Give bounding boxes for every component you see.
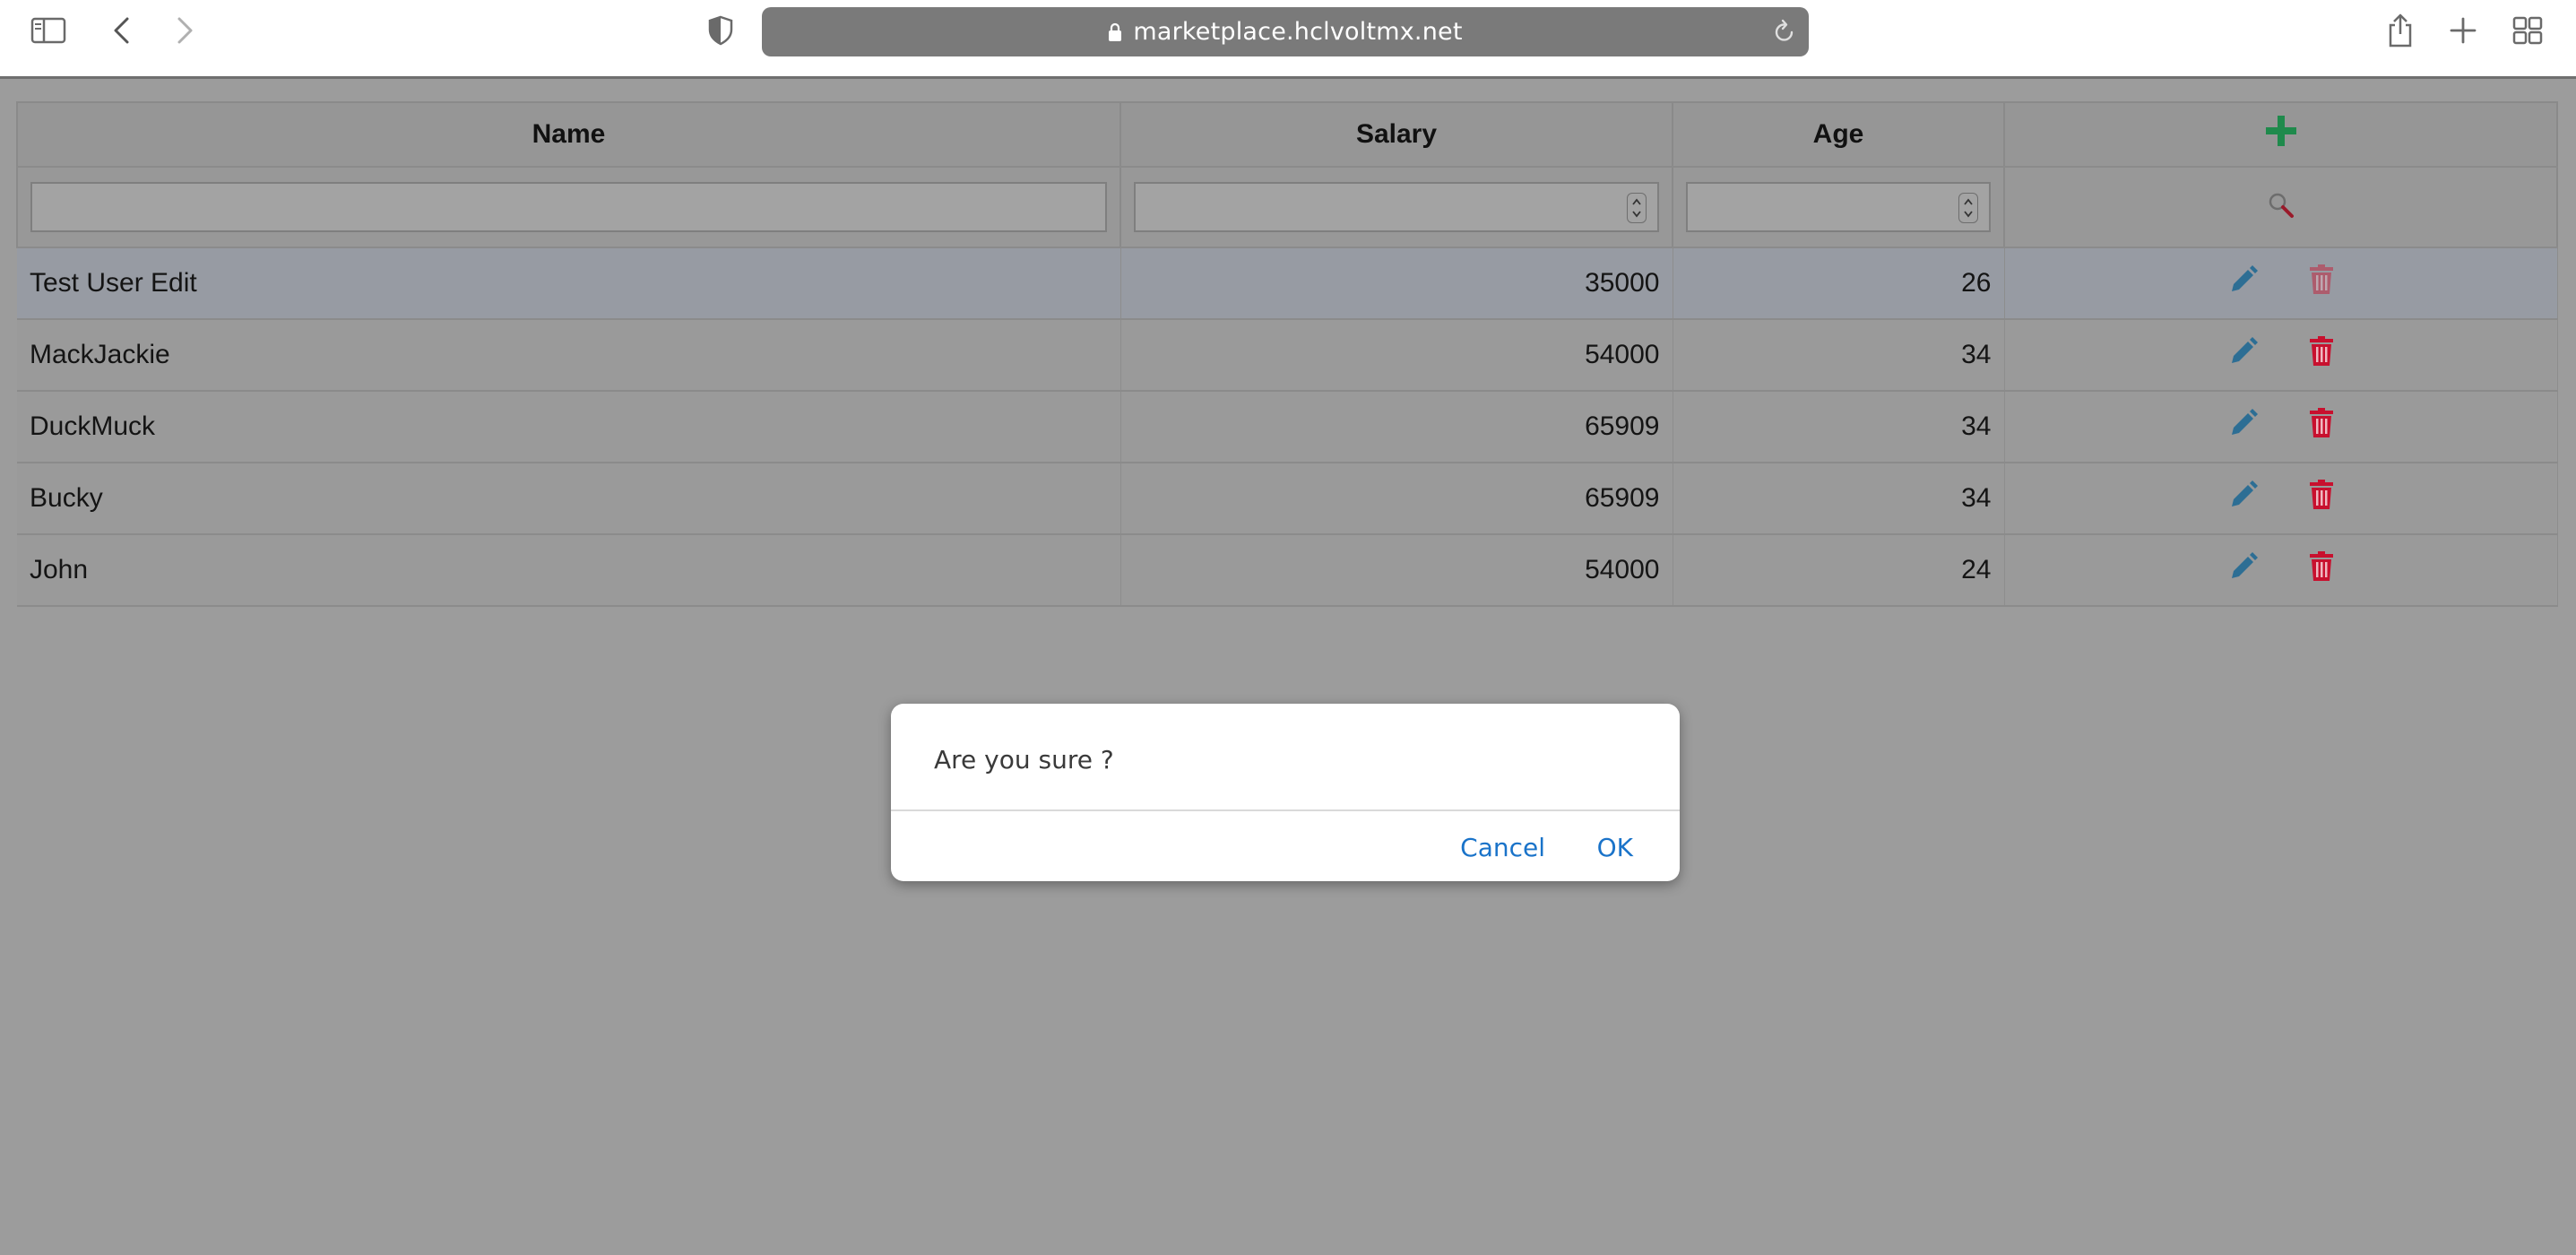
cell-age: 34 xyxy=(1673,319,2005,392)
cell-name: MackJackie xyxy=(17,319,1121,392)
edit-icon[interactable] xyxy=(2228,551,2259,582)
url-text: marketplace.hclvoltmx.net xyxy=(1133,18,1463,46)
filter-cell-salary xyxy=(1120,167,1673,248)
table-row[interactable]: John 54000 24 xyxy=(17,534,2558,607)
name-filter-input[interactable] xyxy=(30,182,1107,232)
cancel-button[interactable]: Cancel xyxy=(1460,833,1545,862)
salary-filter-input[interactable] xyxy=(1134,182,1659,232)
cell-actions xyxy=(2004,391,2558,463)
edit-icon[interactable] xyxy=(2228,408,2259,438)
cell-age: 24 xyxy=(1673,534,2005,607)
filter-cell-search xyxy=(2004,167,2558,248)
cell-actions xyxy=(2004,463,2558,535)
page-content: Name Salary Age Test User Edit 35000 26 … xyxy=(0,82,2576,1255)
cell-name: DuckMuck xyxy=(17,391,1121,463)
add-row-cell xyxy=(2004,101,2558,168)
delete-icon[interactable] xyxy=(2309,408,2334,438)
column-header-name[interactable]: Name xyxy=(16,101,1121,168)
cell-salary: 54000 xyxy=(1120,534,1673,607)
lock-icon xyxy=(1108,22,1122,42)
reload-icon[interactable] xyxy=(1773,19,1796,44)
table-row[interactable]: MackJackie 54000 34 xyxy=(17,319,2558,392)
cell-actions xyxy=(2004,534,2558,607)
edit-icon[interactable] xyxy=(2228,264,2259,295)
browser-toolbar: marketplace.hclvoltmx.net xyxy=(0,0,2576,79)
back-icon[interactable] xyxy=(97,5,147,56)
search-icon[interactable] xyxy=(2267,191,2295,220)
edit-icon[interactable] xyxy=(2228,480,2259,510)
cell-age: 34 xyxy=(1673,391,2005,463)
table-row[interactable]: Test User Edit 35000 26 xyxy=(17,247,2558,320)
cell-age: 26 xyxy=(1673,247,2005,320)
filter-cell-name xyxy=(16,167,1121,248)
salary-spinner[interactable] xyxy=(1627,193,1647,223)
delete-icon[interactable] xyxy=(2309,264,2334,295)
confirm-dialog: Are you sure ? Cancel OK xyxy=(891,704,1680,881)
address-bar[interactable]: marketplace.hclvoltmx.net xyxy=(762,7,1809,56)
age-filter-input[interactable] xyxy=(1686,182,1991,232)
cell-salary: 65909 xyxy=(1120,463,1673,535)
filter-cell-age xyxy=(1673,167,2005,248)
shield-icon[interactable] xyxy=(696,5,746,56)
dialog-divider xyxy=(891,809,1680,811)
cell-actions xyxy=(2004,319,2558,392)
data-grid: Name Salary Age Test User Edit 35000 26 … xyxy=(16,101,2558,607)
table-row[interactable]: Bucky 65909 34 xyxy=(17,463,2558,535)
cell-name: Test User Edit xyxy=(17,247,1121,320)
cell-name: Bucky xyxy=(17,463,1121,535)
delete-icon[interactable] xyxy=(2309,480,2334,510)
cell-name: John xyxy=(17,534,1121,607)
cell-age: 34 xyxy=(1673,463,2005,535)
column-header-salary[interactable]: Salary xyxy=(1120,101,1673,168)
age-spinner[interactable] xyxy=(1958,193,1978,223)
new-tab-icon[interactable] xyxy=(2438,5,2488,56)
cell-salary: 35000 xyxy=(1120,247,1673,320)
share-icon[interactable] xyxy=(2375,5,2425,56)
dialog-message: Are you sure ? xyxy=(934,745,1114,775)
cell-salary: 54000 xyxy=(1120,319,1673,392)
cell-actions xyxy=(2004,247,2558,320)
ok-button[interactable]: OK xyxy=(1597,833,1633,862)
edit-icon[interactable] xyxy=(2228,336,2259,367)
sidebar-icon[interactable] xyxy=(23,5,73,56)
delete-icon[interactable] xyxy=(2309,551,2334,582)
delete-icon[interactable] xyxy=(2309,336,2334,367)
tab-overview-icon[interactable] xyxy=(2503,5,2553,56)
cell-salary: 65909 xyxy=(1120,391,1673,463)
add-icon[interactable] xyxy=(2265,115,2297,147)
column-header-age[interactable]: Age xyxy=(1673,101,2005,168)
forward-icon[interactable] xyxy=(160,5,210,56)
table-row[interactable]: DuckMuck 65909 34 xyxy=(17,391,2558,463)
